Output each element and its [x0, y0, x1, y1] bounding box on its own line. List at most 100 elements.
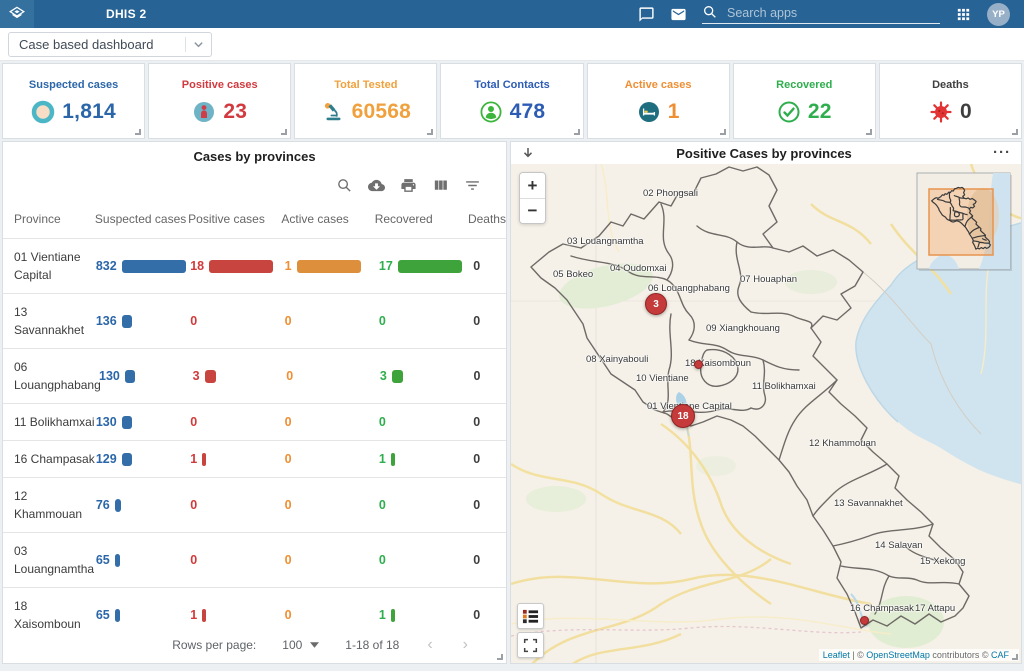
case-marker[interactable] — [860, 616, 869, 625]
filter-icon[interactable] — [464, 177, 481, 194]
value-bar — [391, 609, 395, 622]
cell-suspected: 76 — [96, 498, 190, 512]
table-row: 06 Louangphabang 130 3 0 3 — [3, 348, 506, 403]
dhis2-logo[interactable] — [0, 0, 34, 28]
kpi-label: Positive cases — [182, 79, 258, 91]
next-page-button[interactable]: › — [461, 637, 470, 653]
zoom-in-button[interactable]: + — [520, 173, 545, 198]
cell-positive: 1 — [190, 608, 284, 622]
person-teal-icon — [192, 100, 216, 124]
attribution-link[interactable]: CAF — [991, 650, 1009, 660]
case-marker[interactable] — [694, 360, 703, 369]
attribution-text: | © — [850, 650, 866, 660]
attribution-link[interactable]: Leaflet — [823, 650, 850, 660]
value-bar — [125, 370, 135, 383]
cell-suspected: 130 — [99, 369, 193, 383]
dashboard-selector[interactable]: Case based dashboard — [8, 32, 212, 57]
case-marker[interactable]: 18 — [671, 404, 695, 428]
province-label: 03 Louangnamtha — [567, 236, 644, 247]
map-zoom-control: + − — [519, 172, 546, 224]
fullscreen-icon — [523, 638, 538, 653]
search-input[interactable] — [725, 5, 940, 21]
table-header-row: ProvinceSuspected casesPositive casesAct… — [3, 200, 506, 238]
province-label: 07 Houaphan — [740, 274, 797, 285]
app-title: DHIS 2 — [106, 7, 146, 21]
cell-recovered: 1 — [379, 452, 473, 466]
cell-active: 0 — [285, 498, 379, 512]
search-icon — [702, 4, 718, 21]
chevron-down-icon — [186, 39, 211, 50]
legend-button[interactable] — [517, 603, 544, 629]
cell-recovered: 0 — [379, 498, 473, 512]
column-header[interactable]: Active cases — [281, 212, 374, 226]
province-name: 03 Louangnamtha — [3, 542, 96, 578]
map-title: Positive Cases by provinces — [535, 146, 993, 161]
resize-handle[interactable] — [574, 129, 580, 135]
resize-handle[interactable] — [720, 129, 726, 135]
download-icon[interactable] — [368, 177, 385, 194]
cell-positive: 0 — [190, 415, 284, 429]
cell-recovered: 3 — [380, 369, 474, 383]
app-search[interactable] — [702, 4, 940, 24]
user-avatar[interactable]: YP — [987, 3, 1010, 26]
column-header[interactable]: Deaths — [468, 212, 506, 226]
value-bar — [209, 260, 273, 273]
cases-table-panel: Cases by provinces ProvinceSuspected cas… — [2, 141, 507, 664]
column-header[interactable]: Suspected cases — [95, 212, 188, 226]
kpi-label: Deaths — [932, 79, 969, 91]
kpi-value: 60568 — [352, 100, 411, 124]
value-bar — [202, 609, 206, 622]
fullscreen-button[interactable] — [517, 632, 544, 658]
cell-recovered: 17 — [379, 259, 473, 273]
prev-page-button[interactable]: ‹ — [425, 637, 434, 653]
dashboard-selector-label: Case based dashboard — [9, 37, 185, 52]
cell-recovered: 0 — [379, 415, 473, 429]
value-bar — [122, 315, 132, 328]
table-row: 11 Bolikhamxai 130 0 0 0 — [3, 403, 506, 440]
cell-active: 0 — [285, 314, 379, 328]
mail-icon[interactable] — [670, 6, 687, 23]
resize-handle[interactable] — [497, 654, 503, 660]
column-header[interactable]: Positive cases — [188, 212, 281, 226]
resize-handle[interactable] — [427, 129, 433, 135]
province-name: 12 Khammouan — [3, 487, 96, 523]
cell-active: 0 — [285, 452, 379, 466]
resize-handle[interactable] — [866, 129, 872, 135]
province-label: 17 Attapu — [915, 603, 955, 614]
resize-handle[interactable] — [135, 129, 141, 135]
province-name: 13 Savannakhet — [3, 303, 96, 339]
inset-minimap — [917, 173, 1012, 271]
province-label: 02 Phongsali — [643, 188, 698, 199]
search-icon[interactable] — [336, 177, 353, 194]
province-name: 11 Bolikhamxai — [3, 413, 96, 431]
resize-handle[interactable] — [281, 129, 287, 135]
columns-icon[interactable] — [432, 177, 449, 194]
value-bar — [115, 609, 120, 622]
value-bar — [122, 416, 132, 429]
cell-deaths: 0 — [474, 369, 506, 383]
province-label: 05 Bokeo — [553, 269, 593, 280]
ring-icon — [31, 100, 55, 124]
kpi-label: Active cases — [625, 79, 692, 91]
apps-grid-icon[interactable] — [955, 6, 972, 23]
print-icon[interactable] — [400, 177, 417, 194]
value-bar — [202, 453, 206, 466]
resize-handle[interactable] — [1012, 654, 1018, 660]
column-header[interactable]: Recovered — [375, 212, 468, 226]
more-options-icon[interactable]: ··· — [993, 148, 1011, 158]
map-canvas[interactable]: + − Leaflet | © OpenStreetMap contributo… — [511, 164, 1021, 663]
resize-handle[interactable] — [1012, 129, 1018, 135]
attribution-link[interactable]: OpenStreetMap — [866, 650, 930, 660]
value-bar — [115, 554, 120, 567]
case-marker[interactable]: 3 — [645, 293, 667, 315]
province-label: 15 Xekong — [920, 556, 965, 567]
cell-suspected: 129 — [96, 452, 190, 466]
column-header[interactable]: Province — [3, 212, 95, 226]
kpi-card-positive-cases: Positive cases 23 — [148, 63, 291, 139]
download-arrow-icon[interactable] — [521, 146, 535, 160]
kpi-value: 1,814 — [62, 100, 116, 124]
chat-icon[interactable] — [638, 6, 655, 23]
zoom-out-button[interactable]: − — [520, 198, 545, 223]
province-name: 06 Louangphabang — [3, 358, 99, 394]
rows-per-page-select[interactable]: 100 — [282, 638, 319, 652]
